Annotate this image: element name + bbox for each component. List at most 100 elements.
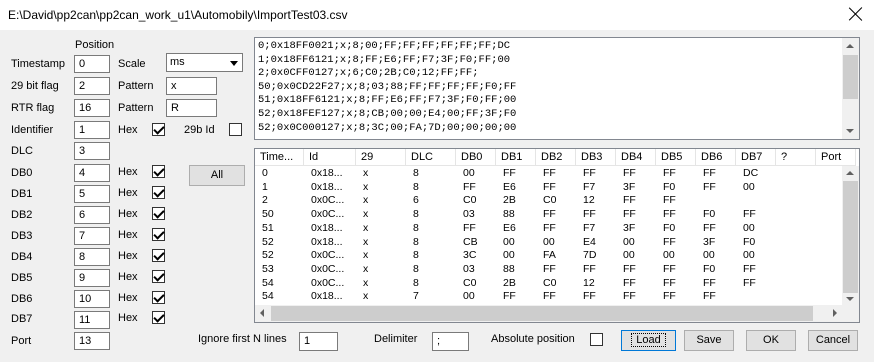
table-cell: 0 [262, 167, 268, 179]
col-header-db6[interactable]: DB6 [696, 149, 736, 166]
col-header-id[interactable]: Id [304, 149, 356, 166]
table-cell: 8 [413, 180, 419, 193]
table-cell: x [363, 208, 369, 221]
scroll-up-icon[interactable] [846, 171, 854, 175]
db3-hex-checkbox[interactable] [152, 228, 165, 241]
table-cell: FF [623, 194, 636, 207]
rtr-position-field[interactable]: 16 [74, 99, 110, 117]
db1-position-field[interactable]: 5 [74, 185, 110, 203]
col-header-db3[interactable]: DB3 [576, 149, 616, 166]
grid-vertical-scrollbar[interactable] [842, 166, 859, 305]
col-header-time[interactable]: Time... [255, 149, 304, 166]
table-cell: 00 [663, 249, 675, 262]
grid-hscroll-thumb[interactable] [271, 306, 813, 321]
all-button[interactable]: All [189, 165, 245, 186]
table-cell: 00 [623, 249, 635, 262]
raw-vertical-scrollbar[interactable] [842, 38, 859, 139]
table-cell: FF [463, 221, 476, 234]
table-cell: 50 [262, 208, 274, 221]
parsed-data-grid[interactable]: Time... Id 29 DLC DB0 DB1 DB2 DB3 DB4 DB… [254, 148, 860, 323]
table-cell: F0 [663, 180, 676, 193]
raw-line: 52;0x18FEF127;x;8;CB;00;00;E4;00;FF;3F;F… [258, 107, 517, 120]
table-cell: E4 [583, 235, 596, 248]
id29-checkbox[interactable] [229, 123, 242, 136]
db0-position-field[interactable]: 4 [74, 164, 110, 182]
ok-button[interactable]: OK [746, 330, 796, 351]
identifier-hex-checkbox[interactable] [152, 123, 165, 136]
col-header-port[interactable]: Port [816, 149, 856, 166]
db0-label: DB0 [11, 167, 33, 179]
col-header-db7[interactable]: DB7 [736, 149, 776, 166]
db5-hex-label: Hex [118, 271, 138, 283]
timestamp-position-field[interactable]: 0 [74, 55, 110, 73]
table-cell: 0x18... [311, 235, 343, 248]
pattern2-field[interactable]: R [166, 99, 217, 117]
table-cell: F0 [663, 221, 676, 234]
table-cell: 6 [413, 194, 419, 207]
pattern2-label: Pattern [118, 102, 154, 114]
load-button-label: Load [631, 333, 666, 347]
scroll-left-icon[interactable] [260, 309, 264, 317]
col-header-unknown[interactable]: ? [776, 149, 816, 166]
table-cell: x [363, 290, 369, 303]
grid-scroll-thumb[interactable] [843, 181, 858, 293]
db3-label: DB3 [11, 230, 33, 242]
ignore-lines-field[interactable]: 1 [299, 332, 338, 351]
cancel-button[interactable]: Cancel [808, 330, 858, 351]
db2-hex-checkbox[interactable] [152, 207, 165, 220]
col-header-db4[interactable]: DB4 [616, 149, 656, 166]
table-cell: 0x18... [311, 290, 343, 303]
absolute-position-checkbox[interactable] [590, 333, 603, 346]
col-header-dlc[interactable]: DLC [406, 149, 456, 166]
raw-scroll-thumb[interactable] [843, 55, 858, 99]
col-header-db0[interactable]: DB0 [456, 149, 496, 166]
db6-hex-checkbox[interactable] [152, 291, 165, 304]
table-cell: 8 [413, 221, 419, 234]
scroll-up-icon[interactable] [846, 44, 854, 48]
db7-hex-checkbox[interactable] [152, 311, 165, 324]
db4-hex-checkbox[interactable] [152, 249, 165, 262]
chevron-down-icon[interactable] [226, 54, 242, 71]
table-cell: 1 [262, 180, 268, 193]
db2-position-field[interactable]: 6 [74, 206, 110, 224]
close-icon[interactable] [848, 6, 864, 22]
identifier-position-field[interactable]: 1 [74, 121, 110, 139]
raw-text-preview[interactable]: 0;0x18FF0021;x;8;00;FF;FF;FF;FF;FF;FF;DC… [254, 37, 860, 140]
db5-hex-checkbox[interactable] [152, 270, 165, 283]
col-header-29[interactable]: 29 [356, 149, 406, 166]
db0-hex-checkbox[interactable] [152, 165, 165, 178]
scroll-right-icon[interactable] [833, 309, 837, 317]
db1-hex-label: Hex [118, 187, 138, 199]
db6-position-field[interactable]: 10 [74, 290, 110, 308]
table-cell: x [363, 167, 369, 179]
port-label: Port [11, 335, 32, 347]
flag29-position-field[interactable]: 2 [74, 77, 110, 95]
col-header-db1[interactable]: DB1 [496, 149, 536, 166]
db1-hex-checkbox[interactable] [152, 186, 165, 199]
table-cell: FF [463, 180, 476, 193]
db4-position-field[interactable]: 8 [74, 248, 110, 266]
dlc-position-field[interactable]: 3 [74, 142, 110, 160]
table-cell: F0 [703, 208, 716, 221]
table-cell: x [363, 221, 369, 234]
scale-select[interactable]: ms [166, 53, 243, 72]
pattern1-field[interactable]: x [166, 77, 217, 95]
save-button[interactable]: Save [684, 330, 734, 351]
db3-position-field[interactable]: 7 [74, 227, 110, 245]
delimiter-field[interactable]: ; [432, 332, 469, 351]
table-cell: C0 [543, 194, 557, 207]
grid-horizontal-scrollbar[interactable] [255, 305, 842, 322]
table-cell: FF [583, 167, 596, 179]
scroll-down-icon[interactable] [846, 297, 854, 301]
col-header-db5[interactable]: DB5 [656, 149, 696, 166]
col-header-db2[interactable]: DB2 [536, 149, 576, 166]
scroll-down-icon[interactable] [846, 129, 854, 133]
table-cell: 52 [262, 249, 274, 262]
db5-position-field[interactable]: 9 [74, 269, 110, 287]
table-cell: 3F [623, 180, 636, 193]
load-button[interactable]: Load [621, 330, 676, 351]
table-cell: 00 [703, 249, 715, 262]
raw-line: 2;0x0CFF0127;x;6;C0;2B;C0;12;FF;FF; [258, 67, 479, 80]
port-position-field[interactable]: 13 [74, 332, 110, 350]
db7-position-field[interactable]: 11 [74, 311, 110, 329]
